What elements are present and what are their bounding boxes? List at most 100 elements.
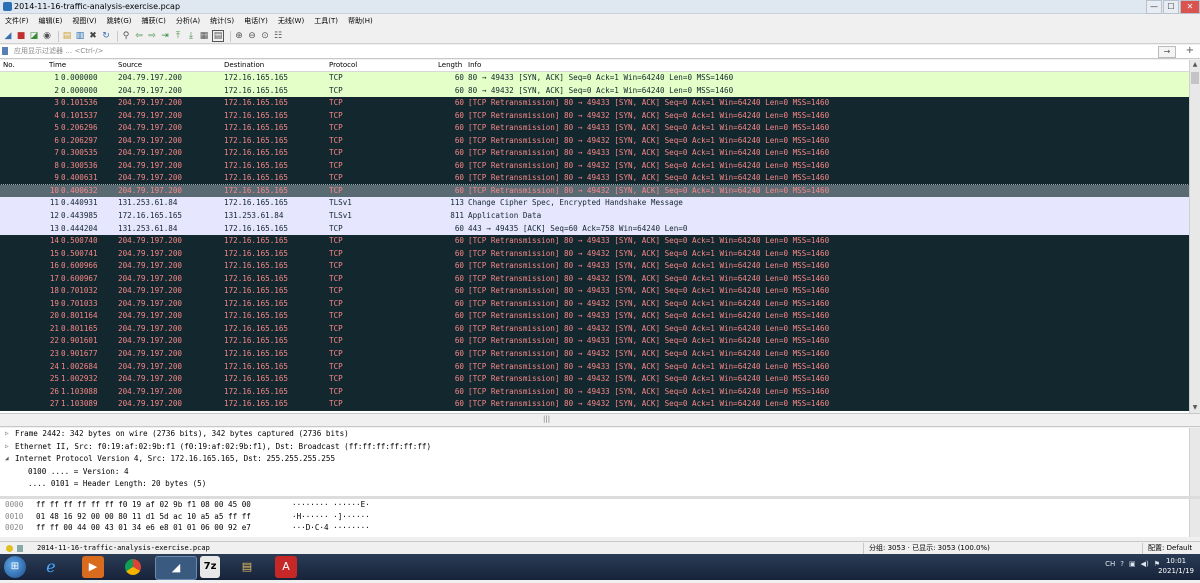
packet-row[interactable]: 15 0.500741 204.79.197.200 172.16.165.165 TC… <box>0 247 1189 261</box>
7zip-icon[interactable]: 7z <box>200 556 220 578</box>
packet-row[interactable]: 7 0.300535 204.79.197.200 172.16.165.165 TCP… <box>0 147 1189 160</box>
packet-row[interactable]: 2 0.000000 204.79.197.200 172.16.165.165 TCP… <box>0 84 1189 98</box>
acrobat-icon[interactable]: A <box>275 556 297 578</box>
details-scrollbar[interactable] <box>1189 428 1200 496</box>
colorize-icon[interactable]: ▤ <box>212 30 224 42</box>
column-protocol[interactable]: Protocol <box>329 60 357 71</box>
packet-row[interactable]: 17 0.600967 204.79.197.200 172.16.165.165 TC… <box>0 272 1189 286</box>
detail-row[interactable]: 0100 .... = Version: 4 <box>0 466 1189 479</box>
packet-row[interactable]: 13 0.444204 131.253.61.84 172.16.165.165 TCP… <box>0 222 1189 236</box>
column-destination[interactable]: Destination <box>224 60 264 71</box>
column-time[interactable]: Time <box>49 60 66 71</box>
detail-row[interactable]: ▷ Ethernet II, Src: f0:19:af:02:9b:f1 (f0… <box>0 441 1189 454</box>
ie-icon[interactable]: ℯ <box>36 556 66 578</box>
volume-icon[interactable]: ◀) <box>1141 560 1149 568</box>
column-source[interactable]: Source <box>118 60 142 71</box>
minimize-button[interactable]: — <box>1146 0 1162 14</box>
column-length[interactable]: Length <box>438 60 462 71</box>
packet-row[interactable]: 27 1.103089 204.79.197.200 172.16.165.165 TC… <box>0 398 1189 411</box>
expert-info-icon[interactable] <box>6 545 13 552</box>
resize-columns-icon[interactable]: ☷ <box>273 31 283 41</box>
menu-telephony[interactable]: 电话(Y) <box>239 14 273 28</box>
expander-icon[interactable]: ▷ <box>5 428 9 441</box>
start-button[interactable]: ⊞ <box>4 556 26 578</box>
hex-row[interactable]: 0020 ff ff 00 44 00 43 01 34 e6 e8 01 01 … <box>0 522 1189 534</box>
save-icon[interactable]: ▥ <box>75 31 85 41</box>
menu-capture[interactable]: 捕获(C) <box>137 14 171 28</box>
menu-help[interactable]: 帮助(H) <box>343 14 378 28</box>
fin-icon[interactable]: ◢ <box>3 31 13 41</box>
goto-icon[interactable]: ⇥ <box>160 31 170 41</box>
scroll-up-icon[interactable]: ▲ <box>1190 60 1200 70</box>
taskbar-clock[interactable]: 10:01 2021/1/19 <box>1158 556 1194 576</box>
stop-icon[interactable]: ■ <box>16 31 26 41</box>
explorer-icon[interactable]: ▤ <box>232 556 262 578</box>
display-filter-input[interactable]: 应用显示过滤器 … <Ctrl-/> <box>14 45 104 58</box>
bytes-scrollbar[interactable] <box>1189 499 1200 537</box>
chrome-icon[interactable] <box>118 556 148 578</box>
menu-file[interactable]: 文件(F) <box>0 14 34 28</box>
expander-icon[interactable]: ◢ <box>5 453 9 466</box>
input-method-indicator[interactable]: CH <box>1105 560 1115 568</box>
packet-row[interactable]: 19 0.701033 204.79.197.200 172.16.165.165 TC… <box>0 297 1189 311</box>
scroll-thumb[interactable] <box>1191 72 1199 84</box>
add-filter-button[interactable]: + <box>1186 45 1194 57</box>
help-icon[interactable]: ? <box>1120 560 1124 568</box>
packet-row[interactable]: 16 0.600966 204.79.197.200 172.16.165.165 TC… <box>0 260 1189 273</box>
packet-row[interactable]: 18 0.701032 204.79.197.200 172.16.165.165 TC… <box>0 285 1189 298</box>
detail-row[interactable]: ▷ Frame 2442: 342 bytes on wire (2736 bit… <box>0 428 1189 441</box>
packet-row[interactable]: 23 0.901677 204.79.197.200 172.16.165.165 TC… <box>0 348 1189 361</box>
packet-row[interactable]: 25 1.002932 204.79.197.200 172.16.165.165 TC… <box>0 373 1189 386</box>
packet-row[interactable]: 14 0.500740 204.79.197.200 172.16.165.165 TC… <box>0 235 1189 248</box>
zoom-reset-icon[interactable]: ⊙ <box>260 31 270 41</box>
packet-row[interactable]: 12 0.443985 172.16.165.165 131.253.61.84 TLS… <box>0 210 1189 223</box>
open-icon[interactable]: ▤ <box>62 31 72 41</box>
close-file-icon[interactable]: ✖ <box>88 31 98 41</box>
last-icon[interactable]: ⤓ <box>186 31 196 41</box>
column-no[interactable]: No. <box>3 60 15 71</box>
menu-statistics[interactable]: 统计(S) <box>205 14 239 28</box>
menu-wireless[interactable]: 无线(W) <box>273 14 309 28</box>
capture-comment-icon[interactable] <box>17 545 23 552</box>
packet-row[interactable]: 11 0.440931 131.253.61.84 172.16.165.165 TLS… <box>0 197 1189 211</box>
menu-view[interactable]: 视图(V) <box>67 14 101 28</box>
packet-row[interactable]: 20 0.801164 204.79.197.200 172.16.165.165 TC… <box>0 310 1189 323</box>
packet-row[interactable]: 6 0.206297 204.79.197.200 172.16.165.165 TCP… <box>0 134 1189 148</box>
first-icon[interactable]: ⤒ <box>173 31 183 41</box>
menu-go[interactable]: 跳转(G) <box>102 14 137 28</box>
media-player-icon[interactable]: ▶ <box>82 556 104 578</box>
menu-analyze[interactable]: 分析(A) <box>171 14 205 28</box>
options-icon[interactable]: ◉ <box>42 31 52 41</box>
menu-edit[interactable]: 编辑(E) <box>34 14 68 28</box>
packet-row[interactable]: 3 0.101536 204.79.197.200 172.16.165.165 TCP… <box>0 97 1189 110</box>
restart-icon[interactable]: ◪ <box>29 31 39 41</box>
autoscroll-icon[interactable]: ▦ <box>199 31 209 41</box>
back-icon[interactable]: ⇦ <box>134 31 144 41</box>
packet-row[interactable]: 10 0.400632 204.79.197.200 172.16.165.165 TC… <box>0 183 1189 199</box>
packet-row[interactable]: 1 0.000000 204.79.197.200 172.16.165.165 TCP… <box>0 72 1189 85</box>
forward-icon[interactable]: ⇨ <box>147 31 157 41</box>
packet-row[interactable]: 8 0.300536 204.79.197.200 172.16.165.165 TCP… <box>0 159 1189 173</box>
network-icon[interactable]: ▣ <box>1129 560 1136 568</box>
hex-row[interactable]: 0010 01 48 16 92 00 00 80 11 d1 5d ac 10 … <box>0 511 1189 523</box>
bookmark-icon[interactable] <box>2 47 8 55</box>
packet-row[interactable]: 21 0.801165 204.79.197.200 172.16.165.165 TC… <box>0 322 1189 336</box>
packet-row[interactable]: 9 0.400631 204.79.197.200 172.16.165.165 TCP… <box>0 172 1189 185</box>
reload-icon[interactable]: ↻ <box>101 31 111 41</box>
apply-filter-button[interactable]: → <box>1158 46 1176 58</box>
grip-icon[interactable]: ||| <box>543 415 550 423</box>
zoom-in-icon[interactable]: ⊕ <box>234 31 244 41</box>
detail-row[interactable]: ◢ Internet Protocol Version 4, Src: 172.1… <box>0 453 1189 466</box>
scroll-down-icon[interactable]: ▼ <box>1190 403 1200 413</box>
packet-list-scrollbar[interactable]: ▲ ▼ <box>1189 60 1200 413</box>
menu-tools[interactable]: 工具(T) <box>309 14 343 28</box>
packet-row[interactable]: 22 0.901601 204.79.197.200 172.16.165.165 TC… <box>0 335 1189 349</box>
close-button[interactable]: ✕ <box>1180 0 1200 14</box>
packet-row[interactable]: 24 1.002684 204.79.197.200 172.16.165.165 TC… <box>0 360 1189 374</box>
hex-row[interactable]: 0000 ff ff ff ff ff ff f0 19 af 02 9b f1 … <box>0 499 1189 511</box>
maximize-button[interactable]: ☐ <box>1163 0 1179 14</box>
packet-row[interactable]: 4 0.101537 204.79.197.200 172.16.165.165 TCP… <box>0 109 1189 123</box>
packet-row[interactable]: 26 1.103088 204.79.197.200 172.16.165.165 TC… <box>0 385 1189 399</box>
horizontal-scrollbar[interactable]: ||| <box>0 413 1200 427</box>
find-icon[interactable]: ⚲ <box>121 31 131 41</box>
